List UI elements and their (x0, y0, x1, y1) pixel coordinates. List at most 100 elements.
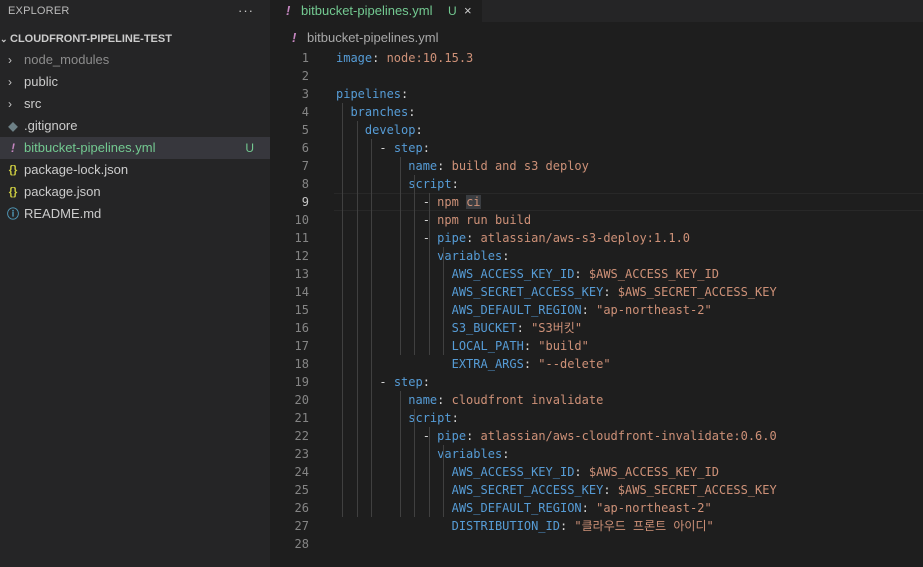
tree-item[interactable]: › node_modules (0, 49, 270, 71)
line-number: 23 (294, 447, 309, 461)
code-line[interactable]: 25 AWS_SECRET_ACCESS_KEY: $AWS_SECRET_AC… (270, 481, 923, 499)
code-line[interactable]: 17 LOCAL_PATH: "build" (270, 337, 923, 355)
code-editor[interactable]: 1 image: node:10.15.3 2 3 pipelines: 4 branch… (270, 49, 923, 553)
code-line[interactable]: 1 image: node:10.15.3 (270, 49, 923, 67)
indent-guide (371, 139, 372, 517)
file-tree: › node_modules › public › src ◆ .gitignore! bitb… (0, 49, 270, 225)
code-text: - npm run build (422, 213, 532, 227)
line-number: 15 (294, 303, 309, 317)
tree-item-label: node_modules (24, 52, 110, 67)
code-line[interactable]: 19 - step: (270, 373, 923, 391)
code-line[interactable]: 14 AWS_SECRET_ACCESS_KEY: $AWS_SECRET_AC… (270, 283, 923, 301)
code-text: pipelines: (336, 87, 409, 101)
tab-bar: ! bitbucket-pipelines.yml U × (270, 0, 923, 22)
code-text: image: node:10.15.3 (336, 51, 474, 65)
chevron-right-icon: › (8, 97, 12, 111)
line-number: 11 (294, 231, 309, 245)
code-line[interactable]: 11 - pipe: atlassian/aws-s3-deploy:1.1.0 (270, 229, 923, 247)
line-number: 5 (301, 123, 309, 137)
tree-item[interactable]: ⓘ README.md (0, 203, 270, 225)
tree-item[interactable]: › public (0, 71, 270, 93)
indent-guide (414, 175, 415, 355)
code-text: - step: (379, 141, 430, 155)
code-line[interactable]: 22 - pipe: atlassian/aws-cloudfront-inva… (270, 427, 923, 445)
tree-item[interactable]: {} package-lock.json (0, 159, 270, 181)
code-text: - step: (379, 375, 430, 389)
line-number: 21 (294, 411, 309, 425)
code-text: S3_BUCKET: "S3버킷" (451, 321, 583, 335)
yml-file-icon: ! (11, 141, 15, 155)
tree-item-label: public (24, 74, 58, 89)
code-line[interactable]: 18 EXTRA_ARGS: "--delete" (270, 355, 923, 373)
code-line[interactable]: 24 AWS_ACCESS_KEY_ID: $AWS_ACCESS_KEY_ID (270, 463, 923, 481)
code-line[interactable]: 6 - step: (270, 139, 923, 157)
line-number: 13 (294, 267, 309, 281)
more-actions-icon[interactable]: ··· (238, 0, 254, 22)
line-number: 3 (301, 87, 309, 101)
code-text: name: build and s3 deploy (408, 159, 589, 173)
line-number: 27 (294, 519, 309, 533)
line-number: 12 (294, 249, 309, 263)
line-number: 8 (301, 177, 309, 191)
line-number: 7 (301, 159, 309, 173)
code-line[interactable]: 10 - npm run build (270, 211, 923, 229)
code-line[interactable]: 27 DISTRIBUTION_ID: "클라우드 프론트 아이디" (270, 517, 923, 535)
code-text: branches: (350, 105, 416, 119)
tree-item-label: bitbucket-pipelines.yml (24, 140, 156, 155)
chevron-right-icon: › (8, 75, 12, 89)
code-line[interactable]: 9 - npm ci (270, 193, 923, 211)
code-text: AWS_SECRET_ACCESS_KEY: $AWS_SECRET_ACCES… (451, 483, 777, 497)
code-line[interactable]: 16 S3_BUCKET: "S3버킷" (270, 319, 923, 337)
line-number: 25 (294, 483, 309, 497)
line-number: 20 (294, 393, 309, 407)
tree-item[interactable]: {} package.json (0, 181, 270, 203)
line-number: 10 (294, 213, 309, 227)
tree-item[interactable]: › src (0, 93, 270, 115)
explorer-title: EXPLORER (8, 5, 70, 17)
yaml-file-icon: ! (286, 3, 291, 18)
code-line[interactable]: 5 develop: (270, 121, 923, 139)
tree-item[interactable]: ! bitbucket-pipelines.yml U (0, 137, 270, 159)
code-line[interactable]: 23 variables: (270, 445, 923, 463)
line-number: 19 (294, 375, 309, 389)
workspace-title: CLOUDFRONT-PIPELINE-TEST (10, 33, 172, 45)
line-number: 18 (294, 357, 309, 371)
code-line[interactable]: 20 name: cloudfront invalidate (270, 391, 923, 409)
code-line[interactable]: 2 (270, 67, 923, 85)
code-line[interactable]: 3 pipelines: (270, 85, 923, 103)
workspace-section-header[interactable]: ⌄ CLOUDFRONT-PIPELINE-TEST (0, 28, 270, 50)
untracked-badge: U (245, 141, 254, 155)
git-file-icon: ◆ (8, 119, 18, 133)
indent-guide (429, 193, 430, 355)
code-line[interactable]: 28 (270, 535, 923, 553)
close-icon[interactable]: × (464, 0, 472, 22)
tree-item-label: README.md (24, 206, 102, 221)
json-file-icon: {} (8, 164, 18, 176)
code-line[interactable]: 8 script: (270, 175, 923, 193)
code-text: variables: (437, 447, 510, 461)
code-line[interactable]: 12 variables: (270, 247, 923, 265)
code-line[interactable]: 4 branches: (270, 103, 923, 121)
line-number: 6 (301, 141, 309, 155)
line-number: 26 (294, 501, 309, 515)
code-line[interactable]: 13 AWS_ACCESS_KEY_ID: $AWS_ACCESS_KEY_ID (270, 265, 923, 283)
indent-guide (357, 121, 358, 517)
breadcrumb-file[interactable]: bitbucket-pipelines.yml (307, 28, 439, 48)
indent-guide (443, 445, 444, 517)
code-line[interactable]: 7 name: build and s3 deploy (270, 157, 923, 175)
line-number: 17 (294, 339, 309, 353)
code-line[interactable]: 21 script: (270, 409, 923, 427)
tab-bitbucket-pipelines[interactable]: ! bitbucket-pipelines.yml U × (270, 0, 482, 22)
tree-item[interactable]: ◆ .gitignore (0, 115, 270, 137)
line-number: 16 (294, 321, 309, 335)
editor-area: ! bitbucket-pipelines.yml U × ! bitbucke… (270, 0, 923, 567)
indent-guide (429, 427, 430, 517)
code-text: AWS_ACCESS_KEY_ID: $AWS_ACCESS_KEY_ID (451, 465, 719, 479)
code-line[interactable]: 15 AWS_DEFAULT_REGION: "ap-northeast-2" (270, 301, 923, 319)
line-number: 22 (294, 429, 309, 443)
code-text: AWS_SECRET_ACCESS_KEY: $AWS_SECRET_ACCES… (451, 285, 777, 299)
code-line[interactable]: 26 AWS_DEFAULT_REGION: "ap-northeast-2" (270, 499, 923, 517)
code-text: - pipe: atlassian/aws-cloudfront-invalid… (422, 429, 777, 443)
indent-guide (342, 103, 343, 517)
code-text: script: (408, 177, 459, 191)
